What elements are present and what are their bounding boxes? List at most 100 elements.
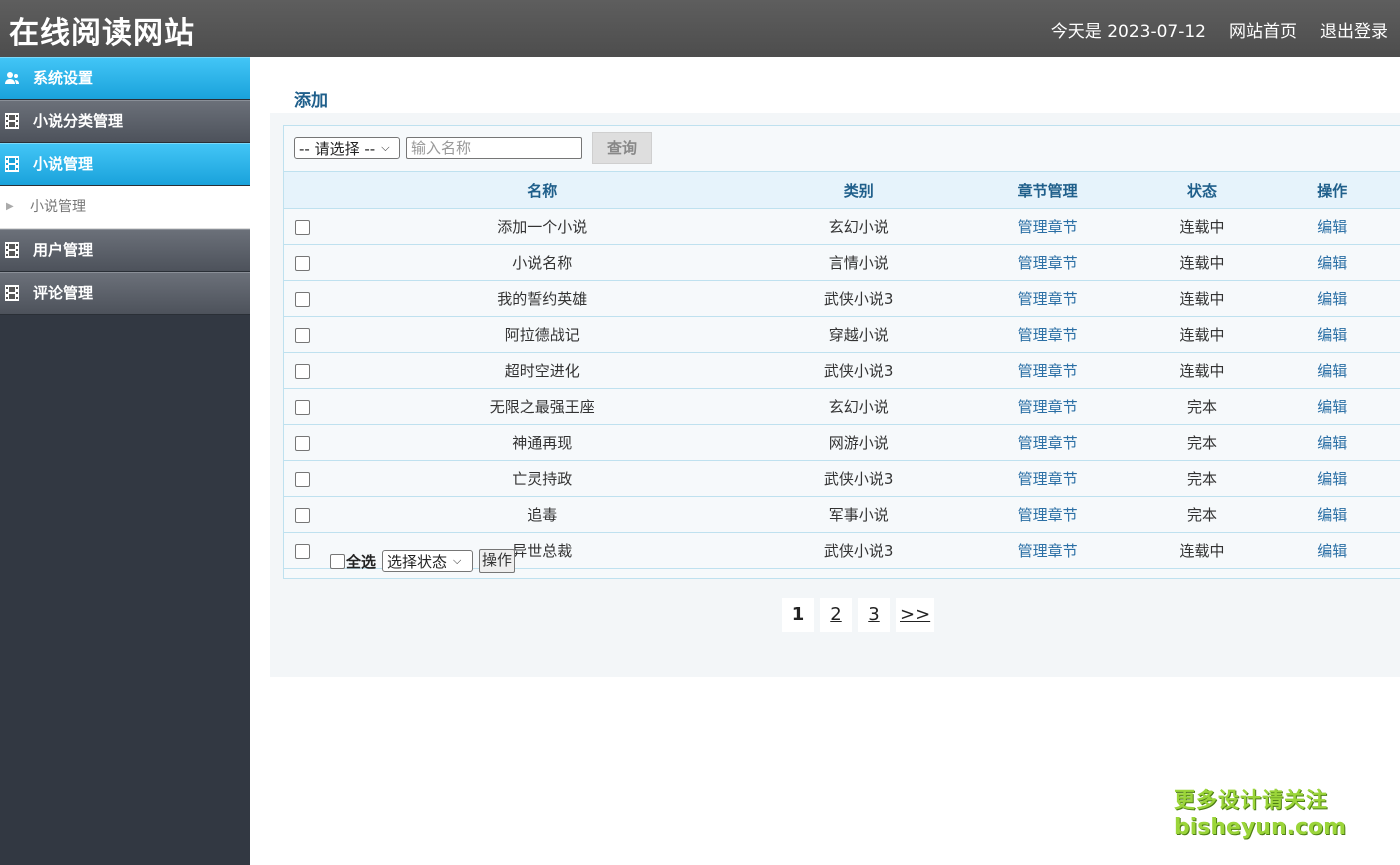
watermark-line1: 更多设计请关注 xyxy=(1174,788,1328,812)
row-checkbox[interactable] xyxy=(295,435,311,451)
sidebar: 系统设置 小说分类管理 小说管理 ▶ 小说管理 用户管理 评论管理 xyxy=(0,57,250,865)
row-checkbox[interactable] xyxy=(295,219,311,235)
search-input[interactable]: 输入名称 xyxy=(406,137,582,159)
cell-status: 完本 xyxy=(1140,496,1264,533)
cell-name: 追毒 xyxy=(321,496,763,533)
cell-name: 亡灵持政 xyxy=(321,460,763,497)
page-link[interactable]: 2 xyxy=(820,598,852,632)
bulk-action-bar: 全选 选择状态 ⌵ 操作 xyxy=(330,549,516,573)
page-link[interactable]: 3 xyxy=(858,598,890,632)
cell-status: 完本 xyxy=(1140,424,1264,461)
cell-name: 阿拉德战记 xyxy=(321,316,763,353)
category-select[interactable]: -- 请选择 -- ⌵ xyxy=(294,137,400,159)
select-all[interactable]: 全选 xyxy=(330,551,376,572)
table-row: 添加一个小说 玄幻小说 管理章节 连载中 编辑 xyxy=(284,208,1400,245)
manage-chapters-link[interactable]: 管理章节 xyxy=(954,460,1141,497)
table-body: 添加一个小说 玄幻小说 管理章节 连载中 编辑 小说名称 言情小说 管理章节 连… xyxy=(284,208,1400,569)
edit-link[interactable]: 编辑 xyxy=(1263,388,1400,425)
sidebar-item-users[interactable]: 用户管理 xyxy=(0,229,250,272)
select-all-checkbox[interactable] xyxy=(330,553,345,569)
row-checkbox[interactable] xyxy=(295,291,311,307)
table-row: 亡灵持政 武侠小说3 管理章节 完本 编辑 xyxy=(284,460,1400,497)
top-header: 在线阅读网站 今天是 2023-07-12 网站首页 退出登录 xyxy=(0,0,1400,57)
film-icon xyxy=(5,113,19,129)
cell-status: 连载中 xyxy=(1140,280,1264,317)
row-checkbox[interactable] xyxy=(295,471,311,487)
sidebar-item-label: 评论管理 xyxy=(33,284,94,302)
manage-chapters-link[interactable]: 管理章节 xyxy=(954,532,1141,569)
logout-link[interactable]: 退出登录 xyxy=(1320,17,1388,42)
row-checkbox[interactable] xyxy=(295,327,311,343)
table-row: 小说名称 言情小说 管理章节 连载中 编辑 xyxy=(284,244,1400,281)
chevron-down-icon: ⌵ xyxy=(381,141,390,154)
row-checkbox[interactable] xyxy=(295,507,311,523)
cell-name: 无限之最强王座 xyxy=(321,388,763,425)
header-chapters: 章节管理 xyxy=(954,171,1141,209)
header-nav: 今天是 2023-07-12 网站首页 退出登录 xyxy=(1051,17,1388,42)
watermark: 更多设计请关注 bisheyun.com xyxy=(1174,787,1346,841)
cell-status: 连载中 xyxy=(1140,532,1264,569)
table-row: 超时空进化 武侠小说3 管理章节 连载中 编辑 xyxy=(284,352,1400,389)
cell-category: 武侠小说3 xyxy=(762,280,955,317)
cell-category: 武侠小说3 xyxy=(762,460,955,497)
edit-link[interactable]: 编辑 xyxy=(1263,460,1400,497)
sidebar-item-system-settings[interactable]: 系统设置 xyxy=(0,57,250,100)
edit-link[interactable]: 编辑 xyxy=(1263,496,1400,533)
users-icon xyxy=(5,72,19,84)
manage-chapters-link[interactable]: 管理章节 xyxy=(954,208,1141,245)
status-select[interactable]: 选择状态 ⌵ xyxy=(382,550,474,572)
status-select-value: 选择状态 xyxy=(387,552,448,571)
date-text: 今天是 2023-07-12 xyxy=(1050,22,1206,42)
cell-status: 连载中 xyxy=(1140,352,1264,389)
row-checkbox[interactable] xyxy=(295,543,311,559)
sidebar-item-label: 小说分类管理 xyxy=(33,112,124,130)
next-page-link[interactable]: >> xyxy=(896,598,935,632)
cell-name: 添加一个小说 xyxy=(321,208,763,245)
edit-link[interactable]: 编辑 xyxy=(1263,424,1400,461)
novel-table: 名称 类别 章节管理 状态 操作 添加一个小说 玄幻小说 管理章节 连载中 编辑… xyxy=(284,171,1400,569)
manage-chapters-link[interactable]: 管理章节 xyxy=(954,316,1141,353)
sidebar-item-comments[interactable]: 评论管理 xyxy=(0,272,250,315)
operate-button[interactable]: 操作 xyxy=(479,549,516,573)
row-checkbox[interactable] xyxy=(295,255,311,271)
manage-chapters-link[interactable]: 管理章节 xyxy=(954,496,1141,533)
edit-link[interactable]: 编辑 xyxy=(1263,532,1400,569)
sidebar-item-label: 小说管理 xyxy=(33,155,94,173)
cell-category: 言情小说 xyxy=(762,244,955,281)
manage-chapters-link[interactable]: 管理章节 xyxy=(954,388,1141,425)
page-current: 1 xyxy=(782,598,814,632)
main-content: 添加 -- 请选择 -- ⌵ 输入名称 查询 名称 类别 章节管理 状态 操作 … xyxy=(250,57,1400,865)
sidebar-item-novels[interactable]: 小说管理 xyxy=(0,143,250,186)
home-link[interactable]: 网站首页 xyxy=(1229,17,1297,42)
edit-link[interactable]: 编辑 xyxy=(1263,208,1400,245)
manage-chapters-link[interactable]: 管理章节 xyxy=(954,352,1141,389)
cell-status: 连载中 xyxy=(1140,208,1264,245)
film-icon xyxy=(5,156,19,172)
table-row: 阿拉德战记 穿越小说 管理章节 连载中 编辑 xyxy=(284,316,1400,353)
edit-link[interactable]: 编辑 xyxy=(1263,352,1400,389)
cell-status: 完本 xyxy=(1140,388,1264,425)
query-button[interactable]: 查询 xyxy=(592,132,652,164)
cell-name: 超时空进化 xyxy=(321,352,763,389)
row-checkbox[interactable] xyxy=(295,399,311,415)
edit-link[interactable]: 编辑 xyxy=(1263,316,1400,353)
submenu-novel-management[interactable]: ▶ 小说管理 xyxy=(0,186,250,229)
chevron-down-icon: ⌵ xyxy=(453,554,462,567)
edit-link[interactable]: 编辑 xyxy=(1263,244,1400,281)
cell-status: 连载中 xyxy=(1140,316,1264,353)
sidebar-item-category[interactable]: 小说分类管理 xyxy=(0,100,250,143)
cell-category: 网游小说 xyxy=(762,424,955,461)
manage-chapters-link[interactable]: 管理章节 xyxy=(954,424,1141,461)
cell-name: 我的誓约英雄 xyxy=(321,280,763,317)
site-title: 在线阅读网站 xyxy=(9,16,195,51)
row-checkbox[interactable] xyxy=(295,363,311,379)
cell-category: 玄幻小说 xyxy=(762,388,955,425)
category-select-value: -- 请选择 -- xyxy=(299,139,376,158)
manage-chapters-link[interactable]: 管理章节 xyxy=(954,244,1141,281)
header-checkbox-col xyxy=(284,171,322,209)
manage-chapters-link[interactable]: 管理章节 xyxy=(954,280,1141,317)
header-category: 类别 xyxy=(762,171,955,209)
add-button[interactable]: 添加 xyxy=(294,86,328,111)
edit-link[interactable]: 编辑 xyxy=(1263,280,1400,317)
cell-name: 神通再现 xyxy=(321,424,763,461)
